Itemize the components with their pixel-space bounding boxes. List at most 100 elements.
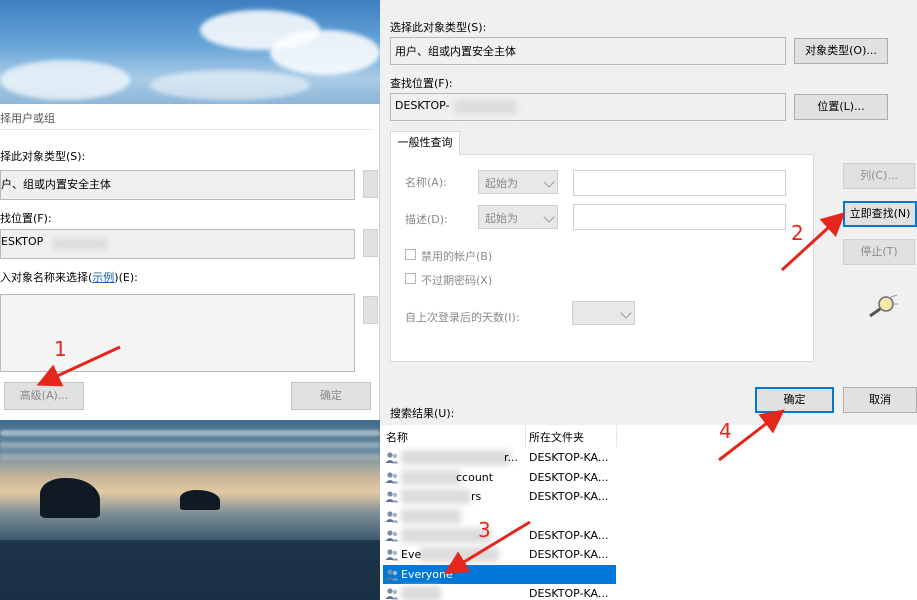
disabled-accounts-checkbox[interactable]	[405, 249, 416, 260]
days-since-login-label: 自上次登录后的天数(I):	[405, 311, 520, 324]
tab-common-queries[interactable]: 一般性查询	[390, 131, 460, 155]
location-label: 查找位置(F):	[390, 77, 453, 90]
name-input[interactable]	[573, 170, 786, 196]
redacted-name	[401, 450, 511, 465]
object-types-button[interactable]: 对象类型(O)...	[794, 38, 888, 64]
user-group-icon	[385, 530, 399, 542]
table-row[interactable]: DESKTOP-KA...	[380, 584, 917, 600]
back-ok-button[interactable]: 确定	[291, 382, 371, 410]
row-folder-cell: DESKTOP-KA...	[529, 471, 609, 484]
cancel-button[interactable]: 取消	[843, 387, 917, 413]
row-folder-cell: DESKTOP-KA...	[529, 490, 609, 503]
row-name-text: Everyone	[401, 568, 453, 581]
user-group-icon	[385, 588, 399, 600]
non-expiring-password-checkbox[interactable]	[405, 273, 416, 284]
table-row[interactable]: Eve DESKTOP-KA...	[380, 545, 917, 564]
back-location-value: ESKTOP	[1, 235, 44, 248]
user-group-icon	[385, 452, 399, 464]
back-dialog-titlebar: 择用户或组	[0, 104, 372, 130]
redacted-name	[401, 509, 461, 524]
columns-button[interactable]: 列(C)...	[843, 163, 915, 189]
find-now-button[interactable]: 立即查找(N)	[843, 201, 917, 227]
table-row[interactable]: r... DESKTOP-KA...	[380, 448, 917, 467]
row-folder-cell: DESKTOP-KA...	[529, 451, 609, 464]
table-row[interactable]: DESKTOP-KA...	[380, 526, 917, 545]
annotation-number-2: 2	[791, 221, 804, 245]
table-row[interactable]: rs DESKTOP-KA...	[380, 487, 917, 506]
back-object-type-button[interactable]	[363, 170, 378, 198]
row-name-text: Eve	[401, 548, 422, 561]
redacted-name	[401, 586, 441, 600]
column-divider[interactable]	[525, 425, 526, 447]
back-enter-object-label: 入对象名称来选择(示例)(E):	[0, 269, 138, 285]
back-object-type-field: 户、组或内置安全主体	[0, 170, 355, 200]
back-location-button[interactable]	[363, 229, 378, 257]
back-enter-label-suffix: )(E):	[114, 271, 138, 284]
select-users-advanced-dialog: 选择此对象类型(S): 用户、组或内置安全主体 对象类型(O)... 查找位置(…	[380, 0, 917, 600]
search-results-list[interactable]: 名称 所在文件夹 r... DESKTOP-KA... ccount DESKTOP-…	[380, 425, 917, 600]
search-results-label: 搜索结果(U):	[390, 407, 455, 420]
table-row[interactable]: Everyone	[380, 565, 917, 584]
user-group-icon	[385, 472, 399, 484]
advanced-button[interactable]: 高级(A)...	[4, 382, 84, 410]
search-flashlight-icon	[869, 294, 898, 318]
back-enter-label-prefix: 入对象名称来选择(	[0, 271, 93, 284]
chevron-down-icon	[543, 211, 555, 223]
object-type-field: 用户、组或内置安全主体	[390, 37, 786, 65]
row-name-text: ccount	[456, 471, 494, 484]
non-expiring-password-label: 不过期密码(X)	[421, 274, 493, 287]
redacted-hostname	[455, 100, 517, 114]
description-label: 描述(D):	[405, 213, 448, 226]
redacted-name	[419, 547, 499, 562]
row-folder-cell: DESKTOP-KA...	[529, 587, 609, 600]
redacted-name	[401, 489, 471, 504]
common-queries-panel: 名称(A): 起始为 描述(D): 起始为 禁用的帐户(B) 不过期密码(X) …	[390, 154, 814, 362]
column-divider[interactable]	[616, 425, 617, 447]
annotation-number-3: 3	[478, 518, 491, 542]
row-name-text: rs	[471, 490, 482, 503]
object-type-label: 选择此对象类型(S):	[390, 21, 487, 34]
name-label: 名称(A):	[405, 176, 447, 189]
user-group-icon	[385, 569, 399, 581]
user-group-icon	[385, 511, 399, 523]
stop-button[interactable]: 停止(T)	[843, 239, 915, 265]
table-row[interactable]: ccount DESKTOP-KA...	[380, 468, 917, 487]
description-input[interactable]	[573, 204, 786, 230]
chevron-down-icon	[620, 307, 632, 319]
back-check-names-button[interactable]	[363, 296, 378, 324]
row-name-text: r...	[504, 451, 519, 464]
row-name-cell[interactable]: Everyone	[383, 565, 616, 584]
table-row[interactable]	[380, 507, 917, 526]
disabled-accounts-label: 禁用的帐户(B)	[421, 250, 493, 263]
ok-button[interactable]: 确定	[755, 387, 834, 413]
column-header-folder[interactable]: 所在文件夹	[529, 429, 584, 445]
back-location-field: ESKTOP	[0, 229, 355, 259]
name-combo-value: 起始为	[485, 177, 518, 190]
redacted-name	[401, 470, 461, 485]
user-group-icon	[385, 549, 399, 561]
object-type-value: 用户、组或内置安全主体	[395, 45, 516, 58]
back-dialog-title: 择用户或组	[0, 112, 55, 125]
location-field: DESKTOP-	[390, 93, 786, 121]
back-object-type-label: 择此对象类型(S):	[0, 150, 86, 163]
row-name-cell[interactable]	[383, 507, 616, 526]
annotation-number-1: 1	[54, 337, 67, 361]
desktop-wallpaper-sea	[0, 420, 380, 600]
column-header-name[interactable]: 名称	[386, 429, 408, 445]
name-match-combo[interactable]: 起始为	[478, 170, 558, 194]
location-value: DESKTOP-	[395, 99, 450, 112]
back-location-label: 找位置(F):	[0, 212, 52, 225]
redacted-hostname	[53, 238, 108, 250]
back-object-type-value: 户、组或内置安全主体	[1, 178, 111, 191]
locations-button[interactable]: 位置(L)...	[794, 94, 888, 120]
annotation-number-4: 4	[719, 419, 732, 443]
examples-link[interactable]: 示例	[92, 271, 114, 284]
user-group-icon	[385, 491, 399, 503]
chevron-down-icon	[543, 176, 555, 188]
desc-combo-value: 起始为	[485, 212, 518, 225]
select-users-dialog-back: 择用户或组 择此对象类型(S): 户、组或内置安全主体 找位置(F): ESKT…	[0, 104, 380, 420]
description-match-combo[interactable]: 起始为	[478, 205, 558, 229]
row-folder-cell: DESKTOP-KA...	[529, 548, 609, 561]
days-since-login-combo[interactable]	[572, 301, 635, 325]
row-folder-cell: DESKTOP-KA...	[529, 529, 609, 542]
